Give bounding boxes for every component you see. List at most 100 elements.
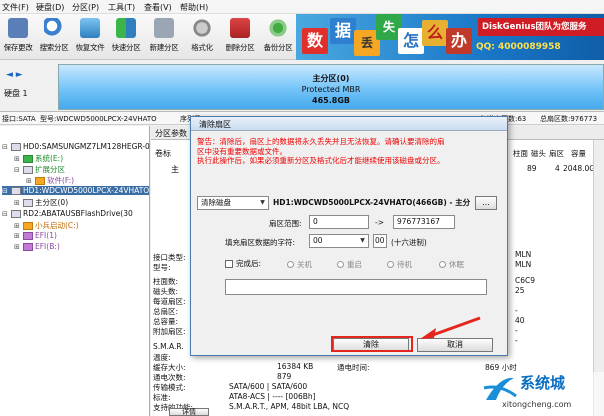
param-value: 40: [515, 316, 525, 325]
row-cylinder: 89: [527, 164, 537, 173]
dialog-title: 清除扇区: [199, 120, 231, 129]
progress-box: [225, 279, 487, 295]
param-value: MLN: [515, 260, 532, 269]
disk-icon: [11, 142, 21, 151]
smart-value: 879: [277, 372, 292, 381]
tree-item-software[interactable]: ⊞ 软件(F:): [26, 175, 74, 186]
tree-item-primary[interactable]: ⊞ 主分区(0): [14, 197, 68, 208]
range-arrow: ->: [375, 218, 384, 227]
tab-partition-params[interactable]: 分区参数: [155, 128, 187, 139]
range-end-input[interactable]: 976773167: [393, 215, 455, 229]
param-value: 25: [515, 286, 525, 295]
target-type-select[interactable]: 清除磁盘 ▼: [197, 196, 269, 210]
tree-item-hd0[interactable]: ⊟ HD0:SAMSUNGMZ7LM128HEGR-0: [2, 142, 150, 151]
tree-item-efi1[interactable]: ⊞ EFI(1): [14, 231, 57, 240]
disk-map: ◄ ► 硬盘 1 主分区(0) Protected MBR 465.8GB: [0, 60, 604, 112]
search-partition-button[interactable]: 搜索分区: [36, 16, 72, 58]
disk-icon: [11, 186, 21, 195]
radio-restart[interactable]: 重启: [337, 259, 362, 270]
tree-item-rd2[interactable]: ⊟ RD2:ABATAUSBFlashDrive(30: [2, 209, 133, 218]
param-label: 附加扇区:: [153, 327, 186, 336]
param-value: MLN: [515, 250, 532, 259]
quick-partition-icon: [116, 18, 136, 38]
delete-partition-button[interactable]: 删除分区: [222, 16, 258, 58]
disk-label: 硬盘 1: [4, 89, 28, 98]
hex-label: (十六进制): [391, 238, 427, 247]
menu-file[interactable]: 文件(F): [2, 2, 29, 13]
disk-nav-arrows[interactable]: ◄ ►: [6, 70, 23, 80]
radio-shutdown[interactable]: 关机: [287, 259, 312, 270]
info-interface: 接口:SATA: [2, 115, 36, 123]
banner-brand: DiskGenius团队为您服务: [478, 18, 604, 36]
header-head: 磁头: [531, 149, 546, 158]
radio-label: 关机: [297, 260, 312, 269]
param-value: C6C9: [515, 276, 536, 285]
col-volume-label: 卷标: [155, 149, 171, 158]
backup-partition-button[interactable]: 备份分区: [260, 16, 296, 58]
partition-bar[interactable]: 主分区(0) Protected MBR 465.8GB: [58, 64, 604, 110]
target-disk-text: HD1:WDCWD5000LPCX-24VHATO(466GB) - 主分: [273, 198, 471, 207]
banner-tile: 么: [422, 20, 448, 46]
tree-item-hd1[interactable]: ⊟ HD1:WDCWD5000LPCX-24VHATO: [2, 186, 150, 195]
backup-icon: [268, 18, 288, 38]
tree-item-boot[interactable]: ⊞ 小兵启动(C:): [14, 220, 79, 231]
partition-type: Protected MBR: [301, 85, 361, 94]
menu-partition[interactable]: 分区(P): [72, 2, 99, 13]
header-capacity: 容量: [571, 149, 586, 158]
fill-char-select[interactable]: 00 ▼: [309, 234, 369, 248]
format-icon: [192, 18, 212, 38]
new-partition-button[interactable]: 新建分区: [146, 16, 182, 58]
radio-label: 待机: [397, 260, 412, 269]
watermark: 系统城 xitongcheng.com: [478, 372, 604, 416]
range-start-input[interactable]: 0: [309, 215, 369, 229]
radio-hibernate[interactable]: 休眠: [439, 259, 464, 270]
menu-help[interactable]: 帮助(H): [180, 2, 208, 13]
param-value: -: [515, 336, 518, 345]
recover-files-button[interactable]: 恢复文件: [72, 16, 108, 58]
tree-item-efi-b[interactable]: ⊞ EFI(B:): [14, 242, 60, 251]
row-main-label: 主: [171, 165, 179, 174]
format-button[interactable]: 格式化: [184, 16, 220, 58]
watermark-url: xitongcheng.com: [502, 400, 572, 409]
header-cylinder: 柱面: [513, 149, 528, 158]
usb-disk-icon: [11, 209, 21, 218]
partition-icon: [35, 176, 45, 185]
menu-view[interactable]: 查看(V): [144, 2, 172, 13]
smart-value: S.M.A.R.T., APM, 48bit LBA, NCQ: [229, 402, 350, 411]
warning-line: 区中没有重要数据或文件。: [197, 146, 287, 156]
banner-qq: QQ: 4000089958: [476, 42, 561, 52]
chevron-down-icon: ▼: [260, 199, 265, 206]
tree-item-system[interactable]: ⊞ 系统(E:): [14, 153, 63, 164]
menu-tools[interactable]: 工具(T): [108, 2, 135, 13]
watermark-text: 系统城: [520, 374, 566, 392]
dialog-titlebar[interactable]: 清除扇区: [191, 117, 507, 131]
target-type-value: 清除磁盘: [201, 198, 231, 207]
tree-item-extended[interactable]: ⊟ 扩展分区: [14, 164, 65, 175]
radio-standby[interactable]: 待机: [387, 259, 412, 270]
cancel-button[interactable]: 取消: [417, 338, 493, 352]
details-button[interactable]: 详情: [169, 408, 209, 416]
row-head: 4: [555, 164, 560, 173]
quick-partition-button[interactable]: 快速分区: [108, 16, 144, 58]
banner-tile: 办: [446, 28, 472, 54]
browse-button[interactable]: ...: [475, 196, 497, 210]
partition-name: 主分区(0): [312, 74, 350, 83]
after-complete-checkbox[interactable]: 完成后:: [225, 258, 261, 269]
param-value: -: [515, 326, 518, 335]
fill-hex-input[interactable]: 00: [373, 234, 387, 248]
partition-icon: [23, 154, 33, 163]
param-value: -: [515, 306, 518, 315]
highlight-box: [331, 336, 413, 352]
range-label: 扇区范围:: [269, 219, 302, 228]
fill-char-value: 00: [313, 236, 323, 245]
smart-value: SATA/600 | SATA/600: [229, 382, 308, 391]
radio-icon: [439, 261, 446, 268]
banner-tile: 怎: [398, 28, 424, 54]
radio-icon: [337, 261, 344, 268]
promo-banner: 数 据 丢 失 怎 么 办 DiskGenius团队为您服务 QQ: 40000…: [296, 14, 604, 60]
radio-label: 重启: [347, 260, 362, 269]
new-partition-icon: [154, 18, 174, 38]
menu-disk[interactable]: 硬盘(D): [36, 2, 64, 13]
save-changes-button[interactable]: 保存更改: [0, 16, 36, 58]
smart-extra-label: 通电时间:: [337, 363, 370, 372]
